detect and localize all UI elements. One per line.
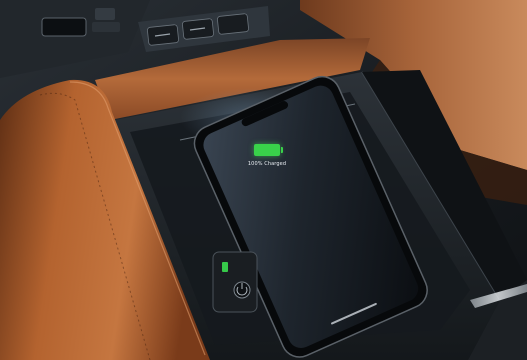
charging-indicator-light [222, 262, 228, 272]
console-scene [0, 0, 527, 360]
console-side-buttons [212, 251, 258, 313]
